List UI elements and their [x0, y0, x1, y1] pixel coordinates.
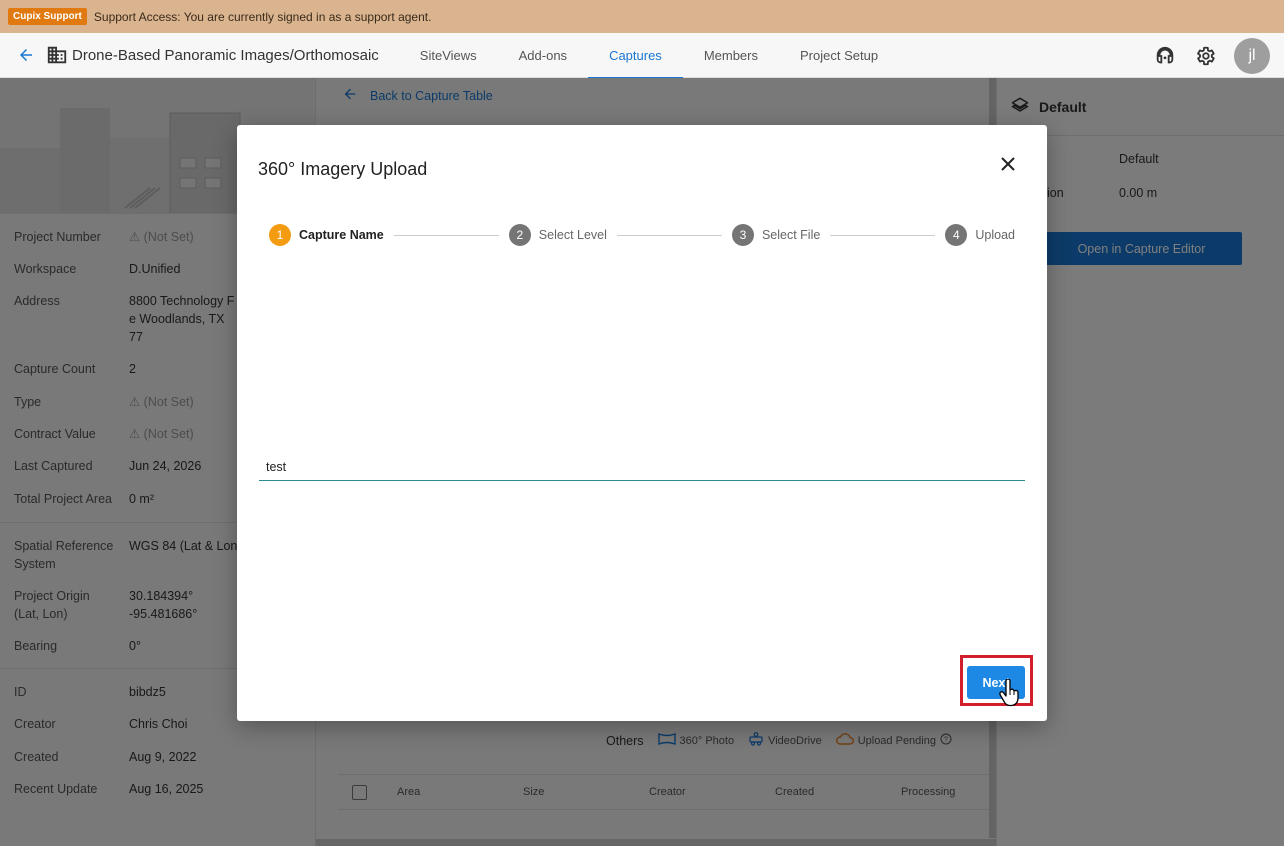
tab-captures[interactable]: Captures — [588, 33, 683, 79]
hand-cursor-icon — [999, 678, 1021, 707]
gear-icon[interactable] — [1194, 45, 1216, 67]
imagery-upload-dialog: 360° Imagery Upload 1 Capture Name 2 Sel… — [237, 125, 1047, 721]
upload-stepper: 1 Capture Name 2 Select Level 3 Select F… — [269, 223, 1015, 247]
support-headset-icon[interactable] — [1154, 45, 1176, 67]
step-connector — [393, 234, 499, 236]
tab-add-ons[interactable]: Add-ons — [498, 33, 588, 78]
step-upload: 4 Upload — [945, 224, 1015, 246]
project-title: Drone-Based Panoramic Images/Orthomosaic — [72, 46, 379, 64]
step-capture-name: 1 Capture Name — [269, 224, 384, 246]
user-avatar[interactable]: jl — [1234, 37, 1270, 74]
next-button-highlight — [960, 655, 1033, 706]
back-arrow-icon[interactable] — [14, 43, 38, 67]
support-badge: Cupix Support — [8, 8, 87, 25]
building-icon — [46, 44, 68, 66]
dialog-title: 360° Imagery Upload — [258, 159, 428, 179]
capture-name-input[interactable] — [259, 453, 1025, 481]
close-icon[interactable] — [997, 153, 1019, 175]
tab-siteviews[interactable]: SiteViews — [399, 33, 498, 78]
step-select-level: 2 Select Level — [508, 224, 607, 246]
tab-members[interactable]: Members — [683, 33, 779, 78]
support-banner: Cupix Support Support Access: You are cu… — [0, 0, 1284, 33]
step-connector — [616, 234, 722, 236]
support-banner-text: Support Access: You are currently signed… — [93, 9, 432, 24]
top-navigation: Drone-Based Panoramic Images/Orthomosaic… — [0, 33, 1284, 79]
step-select-file: 3 Select File — [731, 224, 820, 246]
step-connector — [830, 234, 936, 236]
tab-project-setup[interactable]: Project Setup — [779, 33, 899, 78]
